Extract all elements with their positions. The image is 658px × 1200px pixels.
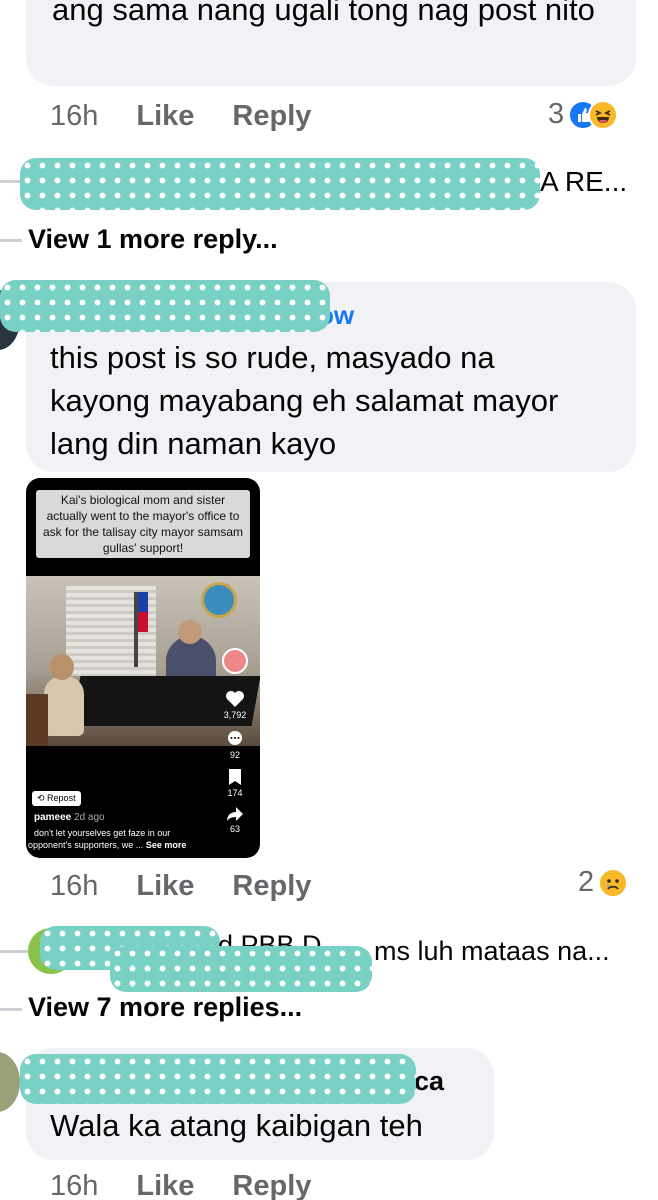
comment-actions-3: 16h Like Reply [50,1170,349,1200]
sad-icon [598,867,629,898]
attachment-avatar-icon [220,648,250,674]
comment-bubble-1: ang sama nang ugali tong nag post nito [26,0,636,86]
comment-text-2: this post is so rude, masyado na kayong … [50,340,559,461]
attachment-desc-2: opponent's supporters, we ... See more [28,840,186,850]
attachment-username: pameee [34,812,72,823]
thread-line-2 [0,239,22,242]
like-button-1[interactable]: Like [136,100,194,133]
commenter-avatar-3[interactable] [0,1052,20,1112]
attachment-user-line: pameee 2d ago [34,812,105,823]
reply-preview-2[interactable]: ms luh mataas na... [374,936,610,967]
comment-text-3: Wala ka atang kaibigan teh [50,1108,423,1143]
redacted-name-5 [20,1054,416,1104]
attachment-share-icon: 63 [220,806,250,834]
attachment-desc-1: don't let yourselves get faze in our [34,828,171,838]
attachment-repost-badge: ⟲ Repost [32,791,81,806]
attachment-comment-count: 92 [229,750,240,760]
comment-text-1: ang sama nang ugali tong nag post nito [52,0,595,27]
reaction-count-2: 2 [578,866,595,898]
reply-button-3[interactable]: Reply [232,1170,311,1200]
attachment-age: 2d ago [74,812,105,823]
redacted-name-1 [20,158,540,210]
reply-preview-1[interactable]: A RE... [540,166,627,198]
comment-actions-2: 16h Like Reply [50,870,349,903]
comment-time-2[interactable]: 16h [50,870,98,903]
comment-actions-1: 16h Like Reply [50,100,349,133]
attachment-bookmark-icon: 174 [220,768,250,798]
attachment-share-count: 63 [229,824,240,834]
like-button-2[interactable]: Like [136,870,194,903]
redacted-name-4 [110,946,372,992]
attachment-see-more: See more [145,840,187,850]
comment-time-1[interactable]: 16h [50,100,98,133]
comment-time-3[interactable]: 16h [50,1170,98,1200]
attachment-save-count: 174 [227,788,243,798]
thread-line-4 [0,1008,22,1011]
haha-icon [588,99,619,130]
reply-button-1[interactable]: Reply [232,100,311,133]
repost-icon: ⟲ [37,793,48,803]
reaction-count-1: 3 [548,98,565,130]
commenter-name-suffix-3[interactable]: ca [414,1066,444,1097]
view-more-replies-1[interactable]: View 1 more reply... [28,224,278,255]
reaction-summary-2[interactable]: 2 [578,866,629,899]
thread-line-3 [0,950,30,953]
attachment-comment-icon: 92 [220,730,250,760]
attachment-heart-icon: 3,792 [220,690,250,720]
attachment-caption: Kai's biological mom and sister actually… [36,490,250,558]
view-more-replies-2[interactable]: View 7 more replies... [28,992,302,1023]
reply-button-2[interactable]: Reply [232,870,311,903]
attachment-repost-label: Repost [47,793,76,803]
reaction-summary-1[interactable]: 3 [548,98,619,131]
attachment-like-count: 3,792 [223,710,247,720]
redacted-name-2 [0,280,330,332]
attachment-desc-2-text: opponent's supporters, we ... [28,840,144,850]
comment-attachment-image[interactable]: Kai's biological mom and sister actually… [26,478,260,858]
like-button-3[interactable]: Like [136,1170,194,1200]
